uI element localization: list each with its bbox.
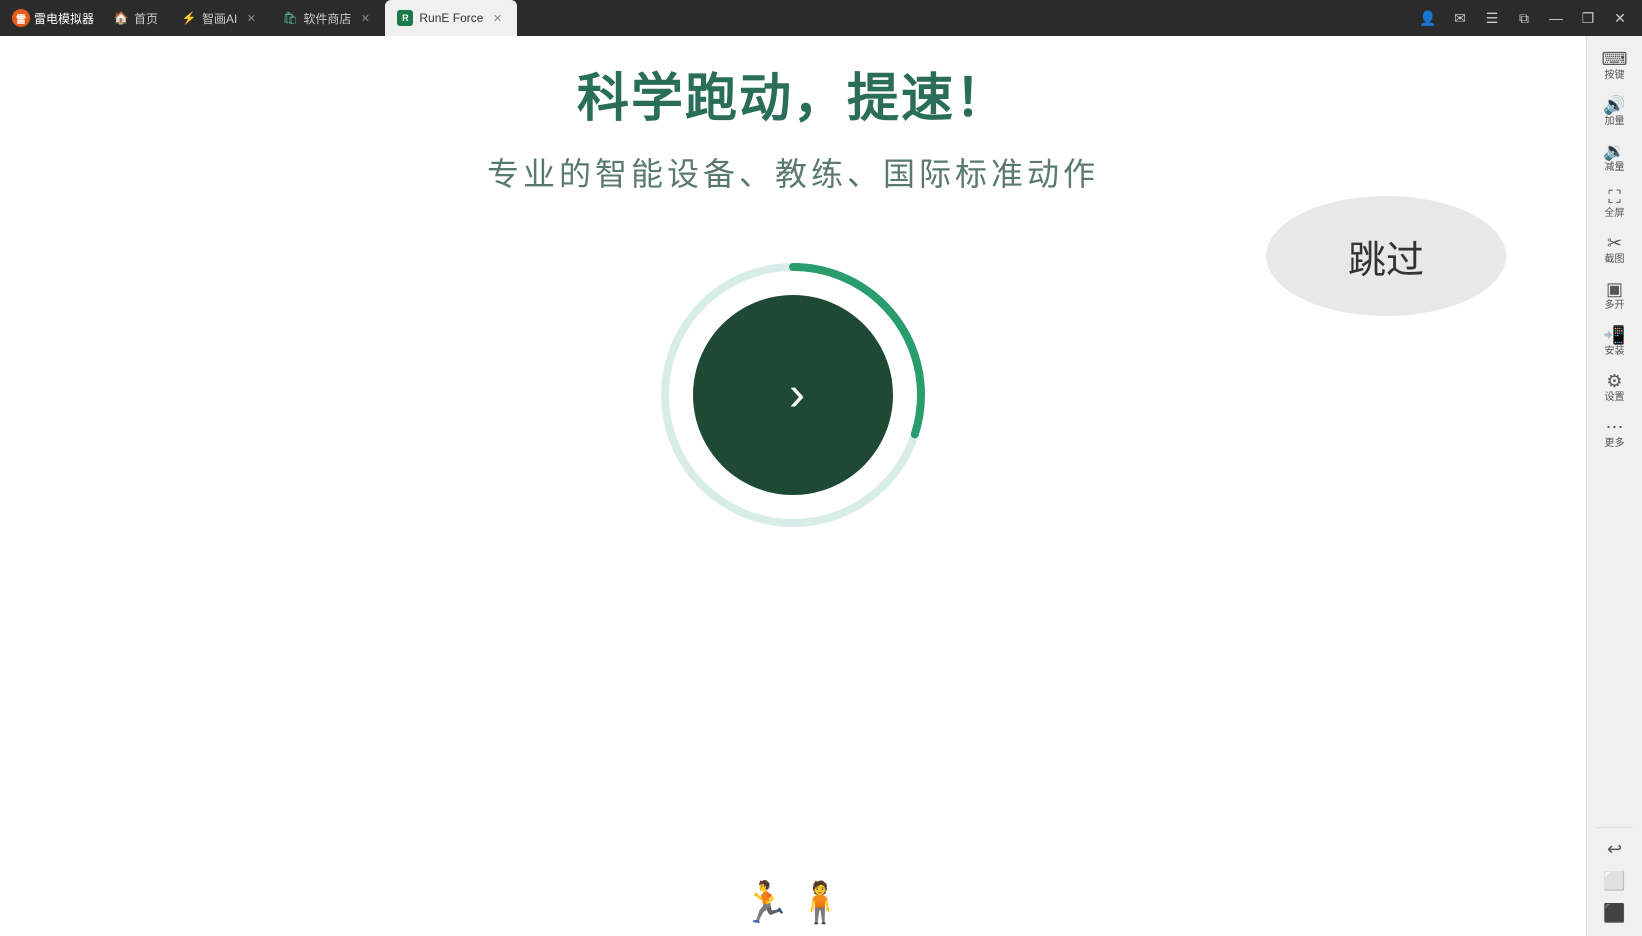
sidebar-item-volume-up[interactable]: 🔊 加量 — [1591, 90, 1639, 134]
sidebar-item-multi-open[interactable]: ▣ 多开 — [1591, 274, 1639, 318]
home-btn-icon: ⬜ — [1603, 872, 1625, 890]
home-tab-icon: 🏠 — [114, 11, 128, 25]
close-btn[interactable]: ✕ — [1606, 4, 1634, 32]
window-controls: 👤 ✉ ☰ ⧉ — ❐ ✕ — [1414, 4, 1642, 32]
sidebar-item-volume-down[interactable]: 🔉 减量 — [1591, 136, 1639, 180]
multi-open-icon: ▣ — [1606, 280, 1623, 298]
rune-tab-icon: R — [397, 10, 413, 26]
progress-circle-container: › — [653, 255, 933, 535]
restore-small-btn[interactable]: ⧉ — [1510, 4, 1538, 32]
ai-tab-label: 智画AI — [202, 10, 237, 27]
user-icon-btn[interactable]: 👤 — [1414, 4, 1442, 32]
recent-icon: ⬛ — [1603, 904, 1625, 922]
home-tab-label: 首页 — [134, 10, 158, 27]
figure-person-2: 🧍 — [795, 879, 845, 926]
install-icon: 📲 — [1603, 326, 1625, 344]
buttons-icon: ⌨ — [1602, 50, 1628, 68]
subtitle-text: 专业的智能设备、教练、国际标准动作 — [487, 149, 1099, 195]
sidebar-item-install[interactable]: 📲 安装 — [1591, 320, 1639, 364]
content-area: 科学跑动，提速！ 专业的智能设备、教练、国际标准动作 跳过 › — [0, 36, 1586, 936]
sidebar-item-settings[interactable]: ⚙ 设置 — [1591, 366, 1639, 410]
more-label: 更多 — [1605, 438, 1625, 450]
ai-tab-close[interactable]: ✕ — [243, 10, 259, 26]
sidebar-item-home-btn[interactable]: ⬜ — [1591, 866, 1639, 896]
store-tab-icon: 🛍 — [283, 11, 297, 25]
app-logo-area: 雷 雷电模拟器 — [4, 9, 102, 27]
app-logo-icon: 雷 — [12, 9, 30, 27]
settings-label: 设置 — [1605, 392, 1625, 404]
bottom-figure: 🏃 🧍 — [741, 879, 845, 926]
title-bar-left: 雷 雷电模拟器 🏠 首页 ⚡ 智画AI ✕ 🛍 软件商店 ✕ R — [4, 0, 1414, 36]
minimize-btn[interactable]: — — [1542, 4, 1570, 32]
tab-rune[interactable]: R RunE Force ✕ — [385, 0, 517, 36]
volume-up-icon: 🔊 — [1603, 96, 1625, 114]
screenshot-icon: ✂ — [1607, 234, 1622, 252]
headline-text: 科学跑动，提速！ — [577, 56, 1009, 131]
screenshot-label: 截图 — [1605, 254, 1625, 266]
fullscreen-label: 全屏 — [1605, 208, 1625, 220]
back-icon: ↩ — [1607, 840, 1622, 858]
settings-icon: ⚙ — [1606, 372, 1622, 390]
rune-tab-close[interactable]: ✕ — [489, 10, 505, 26]
tab-store[interactable]: 🛍 软件商店 ✕ — [271, 0, 385, 36]
figure-person-1: 🏃 — [741, 879, 791, 926]
volume-down-label: 减量 — [1605, 162, 1625, 174]
sidebar-bottom: ↩ ⬜ ⬛ — [1591, 823, 1639, 928]
main-area: 科学跑动，提速！ 专业的智能设备、教练、国际标准动作 跳过 › — [0, 36, 1642, 936]
volume-up-label: 加量 — [1605, 116, 1625, 128]
volume-down-icon: 🔉 — [1603, 142, 1625, 160]
rune-tab-label: RunE Force — [419, 11, 483, 25]
fullscreen-icon: ⛶ — [1608, 188, 1621, 206]
menu-btn[interactable]: ☰ — [1478, 4, 1506, 32]
store-tab-close[interactable]: ✕ — [357, 10, 373, 26]
next-button[interactable]: › — [693, 295, 893, 495]
mail-icon-btn[interactable]: ✉ — [1446, 4, 1474, 32]
sidebar-item-recent[interactable]: ⬛ — [1591, 898, 1639, 928]
chevron-right-icon: › — [789, 371, 805, 419]
more-icon: ⋯ — [1606, 418, 1624, 436]
buttons-label: 按键 — [1605, 70, 1625, 82]
install-label: 安装 — [1605, 346, 1625, 358]
right-sidebar: ⌨ 按键 🔊 加量 🔉 减量 ⛶ 全屏 ✂ 截图 ▣ 多开 📲 安装 ⚙ — [1586, 36, 1642, 936]
app-name: 雷电模拟器 — [34, 10, 94, 27]
ai-tab-icon: ⚡ — [182, 11, 196, 25]
sidebar-item-back[interactable]: ↩ — [1591, 834, 1639, 864]
sidebar-item-screenshot[interactable]: ✂ 截图 — [1591, 228, 1639, 272]
tab-bar: 🏠 首页 ⚡ 智画AI ✕ 🛍 软件商店 ✕ R RunE Force ✕ — [102, 0, 517, 36]
tab-home[interactable]: 🏠 首页 — [102, 0, 170, 36]
sidebar-divider-1 — [1597, 827, 1633, 828]
store-tab-label: 软件商店 — [303, 10, 351, 27]
multi-open-label: 多开 — [1605, 300, 1625, 312]
tab-ai[interactable]: ⚡ 智画AI ✕ — [170, 0, 271, 36]
sidebar-item-more[interactable]: ⋯ 更多 — [1591, 412, 1639, 456]
sidebar-item-buttons[interactable]: ⌨ 按键 — [1591, 44, 1639, 88]
title-bar: 雷 雷电模拟器 🏠 首页 ⚡ 智画AI ✕ 🛍 软件商店 ✕ R — [0, 0, 1642, 36]
skip-label: 跳过 — [1348, 229, 1424, 284]
app-content: 科学跑动，提速！ 专业的智能设备、教练、国际标准动作 跳过 › — [0, 36, 1586, 936]
sidebar-item-fullscreen[interactable]: ⛶ 全屏 — [1591, 182, 1639, 226]
skip-button[interactable]: 跳过 — [1266, 196, 1506, 316]
maximize-btn[interactable]: ❐ — [1574, 4, 1602, 32]
